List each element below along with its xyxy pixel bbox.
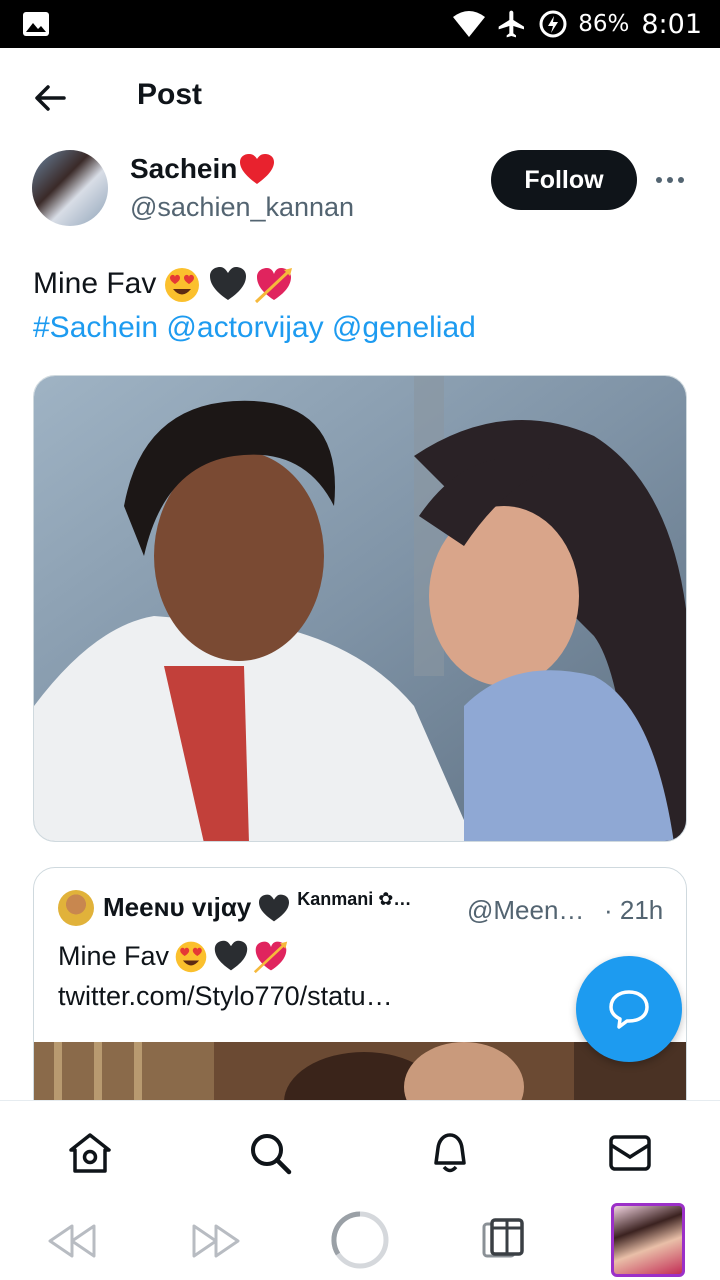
quoted-author-name: Meeɴυ vιjαy [103, 892, 252, 922]
quoted-tweet-link[interactable]: twitter.com/Stylo770/statu… [58, 976, 393, 1016]
top-app-bar: Post [0, 48, 720, 148]
quoted-author-suffix: Kanmani ✿… [297, 889, 412, 909]
photo-illustration [34, 376, 686, 841]
author-name-row[interactable]: Sachein [130, 153, 275, 185]
more-horizontal-icon [656, 177, 684, 183]
heart-eyes-emoji-icon [165, 268, 200, 302]
status-bar: 86% 8:01 [0, 0, 720, 48]
compose-reply-icon [609, 990, 649, 1029]
rewind-button[interactable] [44, 1218, 100, 1264]
rewind-icon [48, 1224, 96, 1258]
author-name: Sachein [130, 153, 238, 184]
quoted-author-avatar [58, 890, 94, 926]
tweet-photo[interactable] [33, 375, 687, 842]
home-icon [69, 1133, 111, 1173]
search-icon [251, 1134, 292, 1175]
battery-saver-icon [539, 10, 567, 38]
page-title: Post [137, 78, 203, 111]
black-heart-icon [259, 894, 290, 921]
recent-apps-button[interactable] [478, 1214, 528, 1264]
notifications-icon [434, 1133, 466, 1173]
tweet-text: Mine Fav [33, 267, 157, 300]
nav-messages[interactable] [606, 1129, 654, 1177]
quoted-author-name-row: Meeɴυ vιjαy Kanmani ✿… [103, 889, 412, 923]
quoted-tweet-text: Mine Fav [58, 941, 170, 971]
wifi-icon [453, 11, 486, 37]
nav-search[interactable] [246, 1129, 294, 1177]
quoted-timestamp: · 21h [604, 895, 664, 925]
author-handle[interactable]: @sachien_kannan [130, 192, 354, 223]
fast-forward-icon [192, 1224, 240, 1258]
home-circle-icon [331, 1211, 389, 1269]
app-thumbnail[interactable] [611, 1203, 685, 1277]
heart-with-arrow-icon [253, 941, 288, 974]
heart-with-arrow-icon [255, 268, 293, 304]
gallery-icon [23, 12, 49, 36]
black-heart-icon [210, 267, 247, 300]
airplane-icon [498, 10, 525, 38]
recent-apps-icon [482, 1218, 524, 1258]
nav-notifications[interactable] [426, 1129, 474, 1177]
tweet-hashtags-mentions[interactable]: #Sachein @actorvijay @geneliad [33, 306, 476, 350]
bottom-navigation [0, 1100, 720, 1202]
author-avatar[interactable] [32, 150, 108, 226]
battery-percentage: 86% [578, 11, 630, 37]
reply-fab[interactable] [576, 956, 682, 1062]
tweet-body: Mine Fav #Sachein @actorvijay @geneliad [33, 262, 476, 350]
black-heart-icon [214, 940, 248, 971]
back-button[interactable] [30, 78, 70, 118]
nav-home[interactable] [66, 1129, 114, 1177]
quoted-tweet-body: Mine Fav twitter.com/Stylo770/statu… [58, 936, 393, 1016]
red-heart-icon [240, 154, 275, 184]
follow-button[interactable]: Follow [491, 150, 637, 210]
messages-icon [609, 1135, 651, 1171]
arrow-left-icon [35, 85, 66, 111]
clock: 8:01 [641, 8, 702, 40]
home-circle-button[interactable] [328, 1208, 392, 1272]
heart-eyes-emoji-icon [175, 941, 207, 973]
quoted-author-handle: @Meen… [467, 895, 585, 925]
more-options-button[interactable] [650, 166, 690, 194]
fast-forward-button[interactable] [188, 1218, 244, 1264]
